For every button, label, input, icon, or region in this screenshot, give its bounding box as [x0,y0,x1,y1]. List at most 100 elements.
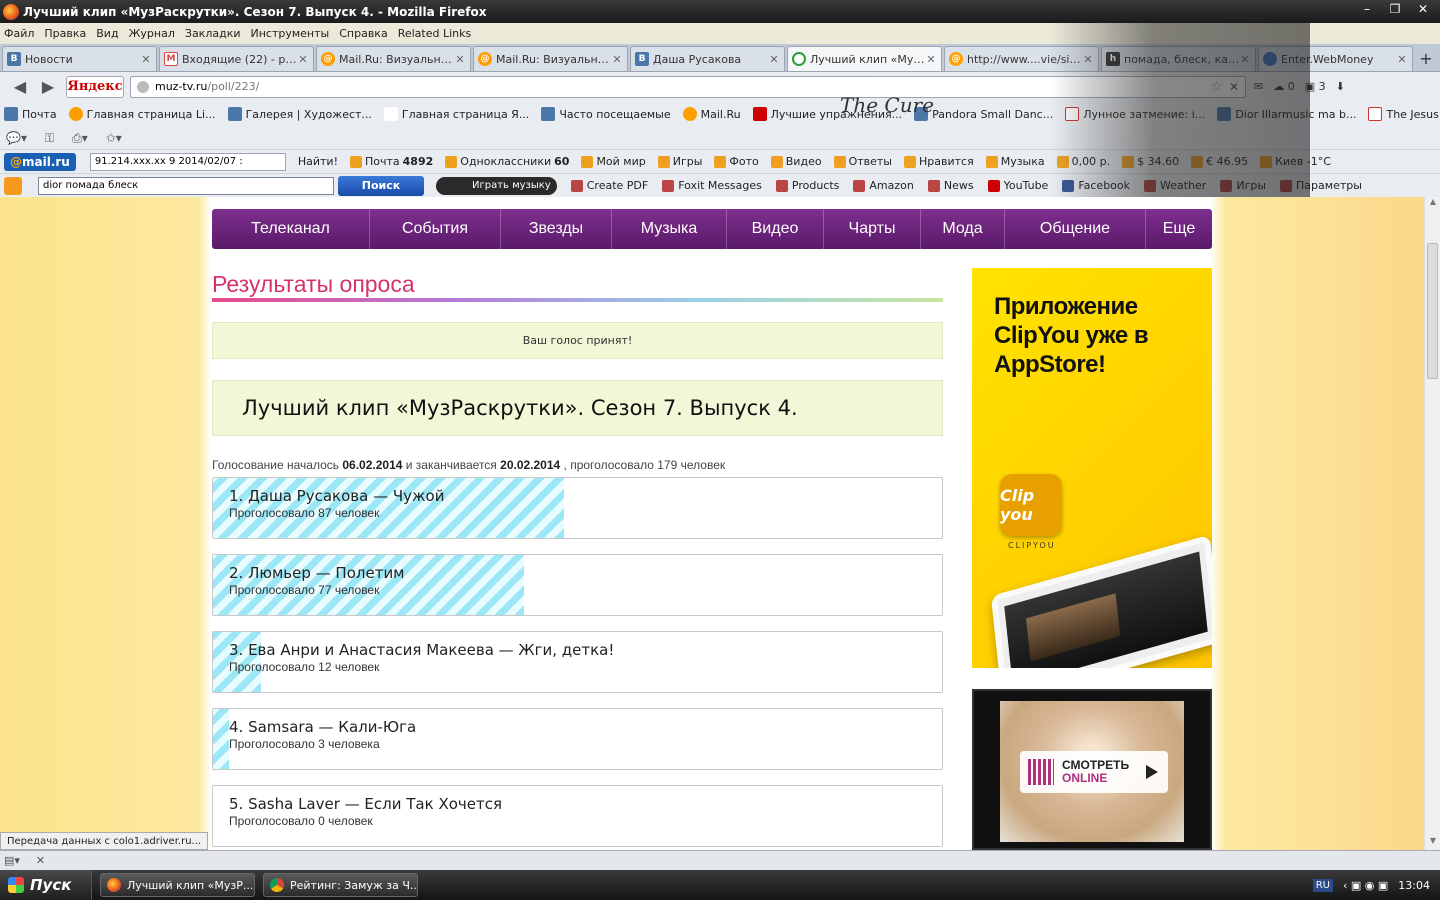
tab-7[interactable]: h помада, блеск, кар... ✕ [1101,46,1256,71]
start-button[interactable]: Пуск [0,870,92,900]
site-nav-item[interactable]: Мода [921,209,1005,249]
watch-online-badge[interactable]: СМОТРЕТЬ ONLINE [1020,751,1168,793]
tab-1[interactable]: M Входящие (22) - pink...✕ [159,46,314,71]
ask-toolbar-item[interactable]: Facebook [1062,179,1130,192]
tab-6[interactable]: @ http://www....vie/site... ✕ [944,46,1099,71]
tab-close-icon[interactable]: ✕ [611,53,623,66]
mailru-item[interactable]: 0,00 р. [1056,155,1110,168]
mailru-item[interactable]: Одноклассники 60 [445,155,569,168]
language-indicator[interactable]: RU [1312,878,1334,892]
mail-icon[interactable]: ✉ [1254,80,1263,93]
menu-file[interactable]: Файл [4,27,34,40]
addon-icon[interactable]: ▤▾ [4,854,20,867]
addon-close-icon[interactable]: ✕ [36,854,45,867]
bookmark-item[interactable]: Dior Illarmusic ma b... [1217,107,1356,121]
play-music-button[interactable]: Играть музыку [436,176,557,195]
back-button[interactable]: ◀ [6,76,34,98]
tab-close-icon[interactable]: ✕ [140,53,152,66]
site-nav-item[interactable]: Звезды [501,209,612,249]
ask-toolbar-item[interactable]: Amazon [853,179,914,192]
tab-close-icon[interactable]: ✕ [1082,53,1094,66]
mailru-item[interactable]: Мой мир [581,155,646,168]
ask-toolbar-item[interactable]: YouTube [987,179,1048,192]
scroll-thumb[interactable] [1427,243,1438,379]
mailru-logo[interactable]: @mail.ru [4,152,76,171]
maximize-button[interactable]: ❐ [1382,0,1408,18]
tab-4[interactable]: В Даша Русакова ✕ [630,46,785,71]
tab-3[interactable]: @ Mail.Ru: Визуальные... ✕ [473,46,628,71]
tray-icons[interactable]: ‹ ▣ ◉ ▣ [1343,879,1388,892]
tab-close-icon[interactable]: ✕ [768,53,780,66]
page-scrollbar[interactable]: ▲ ▼ [1424,197,1440,850]
muz-online-ad[interactable]: СМОТРЕТЬ ONLINE [972,689,1212,850]
menu-edit[interactable]: Правка [44,27,86,40]
stop-icon[interactable]: ✕ [1229,80,1239,94]
key-icon[interactable]: ⚿ [45,131,54,146]
mailru-item[interactable]: Фото [714,155,759,168]
bookmark-item[interactable]: Лучшие упражнения... [752,107,902,121]
menu-view[interactable]: Вид [96,27,118,40]
ask-toolbar-item[interactable]: Игры [1220,179,1266,192]
ask-toolbar-item[interactable]: Foxit Messages [662,179,762,192]
site-nav-item[interactable]: Телеканал [212,209,370,249]
tab-0[interactable]: В Новости ✕ [2,46,157,71]
bookmark-item[interactable]: Главная страница Я... [383,107,529,121]
mailru-item[interactable]: Видео [770,155,822,168]
download-icon[interactable]: ⬇ [1336,80,1345,93]
print-icon[interactable]: ⎙▾ [72,131,88,146]
yandex-button[interactable]: Яндекс [66,75,124,98]
tab-close-icon[interactable]: ✕ [454,53,466,66]
site-nav-item[interactable]: Музыка [612,209,727,249]
url-bar[interactable]: muz-tv.ru /poll/223/ ☆ ✕ [130,75,1246,98]
menu-related-links[interactable]: Related Links [398,27,472,40]
site-nav-item[interactable]: События [370,209,501,249]
bookmark-item[interactable]: Галерея | Художест... [227,107,372,121]
scroll-up-icon[interactable]: ▲ [1425,197,1440,211]
mailru-item[interactable]: Игры [657,155,702,168]
tab-8[interactable]: Enter.WebMoney ✕ [1258,46,1413,71]
minimize-button[interactable]: – [1354,0,1380,18]
ask-logo-icon[interactable] [4,176,22,195]
forward-button[interactable]: ▶ [34,76,62,98]
site-nav-item[interactable]: Чарты [824,209,921,249]
mailru-find-button[interactable]: Найти! [298,155,338,168]
bookmark-item[interactable]: Pandora Small Danc... [914,107,1053,121]
play-icon[interactable] [1146,765,1158,779]
bookmark-item[interactable]: Лунное затмение: i... [1065,107,1205,121]
tab-2[interactable]: @ Mail.Ru: Визуальные... ✕ [316,46,471,71]
messages-icon[interactable]: ▣ 3 [1305,80,1326,93]
mailru-item[interactable]: Музыка [985,155,1045,168]
menu-bookmarks[interactable]: Закладки [185,27,241,40]
taskbar-item[interactable]: Рейтинг: Замуж за Ч... [263,873,418,897]
ask-toolbar-item[interactable]: Weather [1144,179,1206,192]
site-nav-item[interactable]: Общение [1005,209,1146,249]
mailru-item[interactable]: Киев -1°C [1260,155,1331,168]
tab-5[interactable]: Лучший клип «МузР... ✕ [787,46,942,71]
bookmark-item[interactable]: Главная страница Li... [68,107,216,121]
tab-close-icon[interactable]: ✕ [925,53,937,66]
mailru-item[interactable]: Почта 4892 [350,155,433,168]
mailru-item[interactable]: Ответы [833,155,892,168]
close-window-button[interactable]: ✕ [1410,0,1436,18]
scroll-down-icon[interactable]: ▼ [1425,836,1440,850]
chat-icon[interactable]: 💬▾ [6,131,27,145]
ask-toolbar-item[interactable]: Products [775,179,839,192]
ask-toolbar-item[interactable]: Create PDF [570,179,648,192]
bookmark-item[interactable]: Почта [4,107,57,121]
bookmark-item[interactable]: Часто посещаемые [541,107,671,121]
bookmark-star-icon[interactable]: ☆ [1210,79,1223,95]
menu-tools[interactable]: Инструменты [251,27,330,40]
cloud-icon[interactable]: ☁ 0 [1273,80,1295,93]
mailru-item[interactable]: $ 34.60 [1122,155,1179,168]
tab-close-icon[interactable]: ✕ [297,53,309,66]
tab-close-icon[interactable]: ✕ [1239,53,1251,66]
site-nav-item[interactable]: Еще [1146,209,1212,249]
taskbar-item[interactable]: Лучший клип «МузР... [100,873,255,897]
menu-help[interactable]: Справка [339,27,387,40]
new-tab-button[interactable]: + [1415,46,1437,71]
bookmark-item[interactable]: The Jesus And Mary ... [1368,107,1440,121]
menu-history[interactable]: Журнал [129,27,175,40]
tab-close-icon[interactable]: ✕ [1396,53,1408,66]
bookmark-item[interactable]: Mail.Ru [682,107,741,121]
mailru-item[interactable]: Нравится [904,155,974,168]
